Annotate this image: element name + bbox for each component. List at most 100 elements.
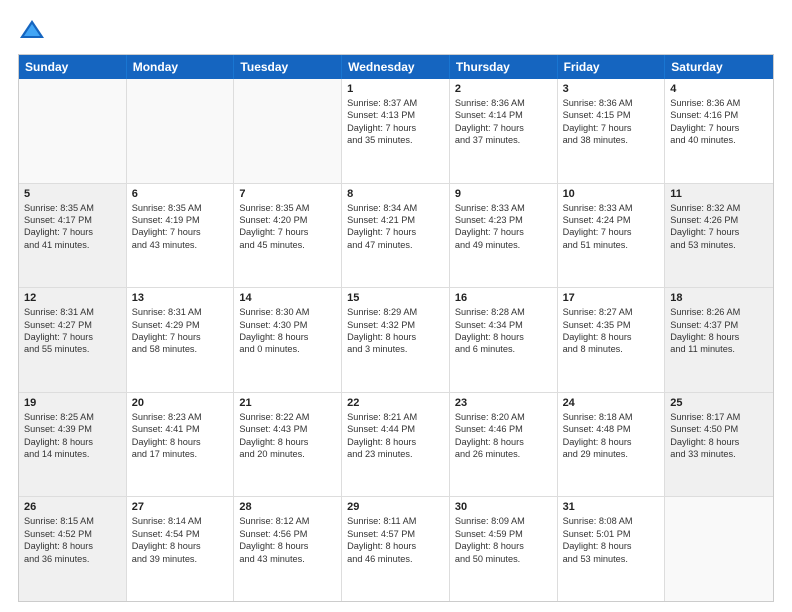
sunrise-text: Sunrise: 8:09 AM [455,515,552,527]
day-cell-25: 25Sunrise: 8:17 AMSunset: 4:50 PMDayligh… [665,393,773,497]
day-number: 23 [455,397,552,409]
calendar-row-3: 12Sunrise: 8:31 AMSunset: 4:27 PMDayligh… [19,288,773,393]
sunrise-text: Sunrise: 8:23 AM [132,411,229,423]
sunset-text: Sunset: 4:32 PM [347,319,444,331]
daylight-hours-text: Daylight: 8 hours [239,331,336,343]
daylight-minutes-text: and 45 minutes. [239,239,336,251]
daylight-minutes-text: and 14 minutes. [24,448,121,460]
day-number: 16 [455,292,552,304]
day-cell-24: 24Sunrise: 8:18 AMSunset: 4:48 PMDayligh… [558,393,666,497]
daylight-hours-text: Daylight: 8 hours [455,331,552,343]
daylight-hours-text: Daylight: 8 hours [670,331,768,343]
day-number: 5 [24,188,121,200]
daylight-minutes-text: and 38 minutes. [563,134,660,146]
sunrise-text: Sunrise: 8:32 AM [670,202,768,214]
day-cell-12: 12Sunrise: 8:31 AMSunset: 4:27 PMDayligh… [19,288,127,392]
sunset-text: Sunset: 4:21 PM [347,214,444,226]
day-number: 6 [132,188,229,200]
sunset-text: Sunset: 4:57 PM [347,528,444,540]
day-cell-29: 29Sunrise: 8:11 AMSunset: 4:57 PMDayligh… [342,497,450,601]
day-cell-6: 6Sunrise: 8:35 AMSunset: 4:19 PMDaylight… [127,184,235,288]
daylight-hours-text: Daylight: 8 hours [455,436,552,448]
daylight-minutes-text: and 0 minutes. [239,343,336,355]
sunset-text: Sunset: 4:15 PM [563,109,660,121]
daylight-hours-text: Daylight: 7 hours [563,226,660,238]
daylight-minutes-text: and 3 minutes. [347,343,444,355]
daylight-minutes-text: and 17 minutes. [132,448,229,460]
sunset-text: Sunset: 4:35 PM [563,319,660,331]
calendar: SundayMondayTuesdayWednesdayThursdayFrid… [18,54,774,602]
logo [18,16,50,44]
sunset-text: Sunset: 4:43 PM [239,423,336,435]
sunrise-text: Sunrise: 8:17 AM [670,411,768,423]
daylight-minutes-text: and 58 minutes. [132,343,229,355]
sunrise-text: Sunrise: 8:29 AM [347,306,444,318]
day-cell-7: 7Sunrise: 8:35 AMSunset: 4:20 PMDaylight… [234,184,342,288]
sunset-text: Sunset: 4:30 PM [239,319,336,331]
daylight-minutes-text: and 53 minutes. [563,553,660,565]
sunset-text: Sunset: 4:54 PM [132,528,229,540]
daylight-hours-text: Daylight: 8 hours [670,436,768,448]
daylight-minutes-text: and 29 minutes. [563,448,660,460]
day-cell-19: 19Sunrise: 8:25 AMSunset: 4:39 PMDayligh… [19,393,127,497]
daylight-hours-text: Daylight: 8 hours [239,540,336,552]
sunrise-text: Sunrise: 8:35 AM [24,202,121,214]
daylight-hours-text: Daylight: 8 hours [563,331,660,343]
sunrise-text: Sunrise: 8:25 AM [24,411,121,423]
weekday-header-wednesday: Wednesday [342,55,450,79]
weekday-header-friday: Friday [558,55,666,79]
day-cell-22: 22Sunrise: 8:21 AMSunset: 4:44 PMDayligh… [342,393,450,497]
day-cell-14: 14Sunrise: 8:30 AMSunset: 4:30 PMDayligh… [234,288,342,392]
sunrise-text: Sunrise: 8:35 AM [132,202,229,214]
sunrise-text: Sunrise: 8:36 AM [455,97,552,109]
calendar-row-4: 19Sunrise: 8:25 AMSunset: 4:39 PMDayligh… [19,393,773,498]
daylight-hours-text: Daylight: 7 hours [455,226,552,238]
sunset-text: Sunset: 4:14 PM [455,109,552,121]
daylight-hours-text: Daylight: 8 hours [347,436,444,448]
empty-cell [19,79,127,183]
sunrise-text: Sunrise: 8:20 AM [455,411,552,423]
day-number: 13 [132,292,229,304]
daylight-minutes-text: and 26 minutes. [455,448,552,460]
sunrise-text: Sunrise: 8:28 AM [455,306,552,318]
daylight-minutes-text: and 53 minutes. [670,239,768,251]
sunrise-text: Sunrise: 8:33 AM [455,202,552,214]
day-cell-26: 26Sunrise: 8:15 AMSunset: 4:52 PMDayligh… [19,497,127,601]
sunrise-text: Sunrise: 8:26 AM [670,306,768,318]
sunrise-text: Sunrise: 8:15 AM [24,515,121,527]
weekday-header-sunday: Sunday [19,55,127,79]
sunset-text: Sunset: 4:52 PM [24,528,121,540]
day-number: 19 [24,397,121,409]
day-cell-28: 28Sunrise: 8:12 AMSunset: 4:56 PMDayligh… [234,497,342,601]
day-cell-3: 3Sunrise: 8:36 AMSunset: 4:15 PMDaylight… [558,79,666,183]
daylight-hours-text: Daylight: 8 hours [239,436,336,448]
daylight-minutes-text: and 33 minutes. [670,448,768,460]
daylight-minutes-text: and 36 minutes. [24,553,121,565]
sunset-text: Sunset: 4:44 PM [347,423,444,435]
sunset-text: Sunset: 4:24 PM [563,214,660,226]
sunrise-text: Sunrise: 8:36 AM [563,97,660,109]
daylight-hours-text: Daylight: 7 hours [670,122,768,134]
daylight-minutes-text: and 43 minutes. [239,553,336,565]
sunrise-text: Sunrise: 8:31 AM [132,306,229,318]
sunset-text: Sunset: 4:56 PM [239,528,336,540]
daylight-hours-text: Daylight: 8 hours [24,540,121,552]
day-number: 2 [455,83,552,95]
day-cell-8: 8Sunrise: 8:34 AMSunset: 4:21 PMDaylight… [342,184,450,288]
sunrise-text: Sunrise: 8:36 AM [670,97,768,109]
day-number: 12 [24,292,121,304]
day-number: 31 [563,501,660,513]
sunrise-text: Sunrise: 8:14 AM [132,515,229,527]
day-number: 8 [347,188,444,200]
day-number: 22 [347,397,444,409]
day-number: 24 [563,397,660,409]
daylight-hours-text: Daylight: 8 hours [455,540,552,552]
day-cell-30: 30Sunrise: 8:09 AMSunset: 4:59 PMDayligh… [450,497,558,601]
day-cell-15: 15Sunrise: 8:29 AMSunset: 4:32 PMDayligh… [342,288,450,392]
daylight-minutes-text: and 49 minutes. [455,239,552,251]
day-number: 4 [670,83,768,95]
daylight-minutes-text: and 23 minutes. [347,448,444,460]
day-cell-20: 20Sunrise: 8:23 AMSunset: 4:41 PMDayligh… [127,393,235,497]
day-number: 18 [670,292,768,304]
sunrise-text: Sunrise: 8:35 AM [239,202,336,214]
